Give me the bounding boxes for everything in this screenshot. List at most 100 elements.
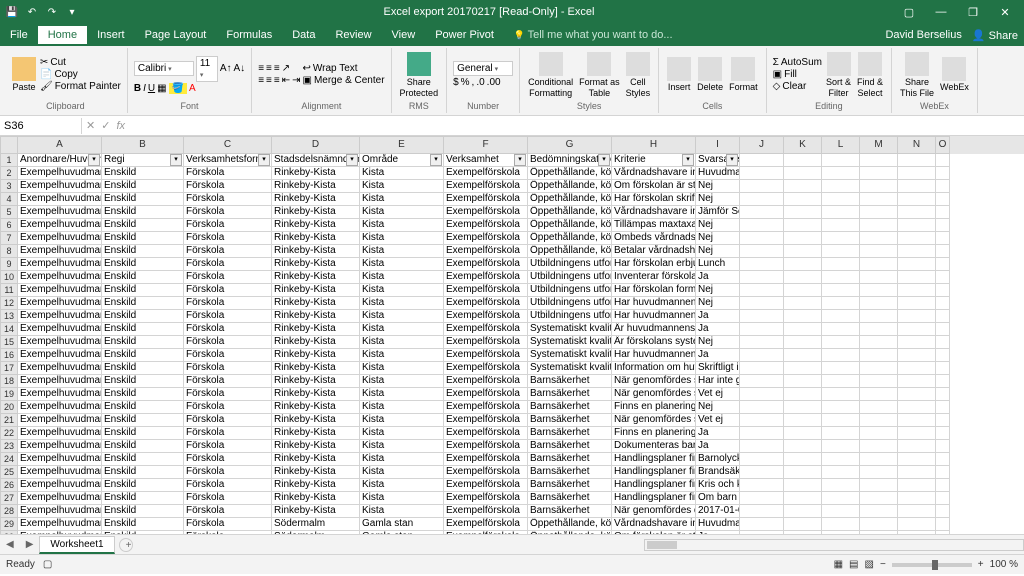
cell[interactable] [740, 206, 784, 219]
webex-button[interactable]: WebEx [938, 55, 971, 94]
cell[interactable]: Kista [360, 245, 444, 258]
cell[interactable] [860, 492, 898, 505]
cell[interactable]: Förskola [184, 180, 272, 193]
tab-view[interactable]: View [382, 26, 426, 44]
cell[interactable] [936, 362, 950, 375]
row-header[interactable]: 19 [0, 388, 18, 401]
view-normal-icon[interactable]: ▦ [834, 559, 843, 570]
cell[interactable]: Barnsäkerhet [528, 440, 612, 453]
paste-button[interactable]: Paste [10, 55, 38, 94]
cell[interactable] [898, 193, 936, 206]
cell[interactable]: Nej [696, 284, 740, 297]
filter-header-cell[interactable]: Område [360, 154, 444, 167]
cell[interactable]: Är huvudmannens syst [612, 323, 696, 336]
row-header[interactable]: 2 [0, 167, 18, 180]
cell[interactable]: Förskola [184, 193, 272, 206]
cell[interactable]: Kista [360, 193, 444, 206]
cell[interactable]: Enskild [102, 310, 184, 323]
cell[interactable] [860, 297, 898, 310]
cell[interactable]: Kista [360, 414, 444, 427]
cell[interactable]: Exempelhuvudman [18, 414, 102, 427]
cell[interactable]: Exempelhuvudman [18, 531, 102, 534]
cell[interactable]: Enskild [102, 518, 184, 531]
cell[interactable] [860, 388, 898, 401]
align-left-icon[interactable]: ≡ [258, 75, 264, 86]
cell[interactable]: Nej [696, 219, 740, 232]
cell[interactable] [822, 193, 860, 206]
cell[interactable]: Barnsäkerhet [528, 492, 612, 505]
cell[interactable] [784, 206, 822, 219]
cell[interactable] [784, 531, 822, 534]
cell[interactable]: Förskola [184, 531, 272, 534]
cell[interactable]: Kista [360, 219, 444, 232]
cell[interactable]: Brandsäkerhet [696, 466, 740, 479]
cell[interactable]: Exempelhuvudman [18, 193, 102, 206]
redo-icon[interactable]: ↷ [44, 4, 60, 20]
cell[interactable] [784, 479, 822, 492]
sheet-tab[interactable]: Worksheet1 [39, 536, 114, 554]
cell[interactable]: Exempelhuvudman [18, 297, 102, 310]
cell[interactable]: Förskola [184, 479, 272, 492]
cell[interactable] [898, 479, 936, 492]
cell[interactable]: Rinkeby-Kista [272, 440, 360, 453]
cell[interactable] [784, 414, 822, 427]
cell[interactable]: Exempelhuvudman [18, 518, 102, 531]
cell[interactable] [740, 167, 784, 180]
cell[interactable]: Barnsäkerhet [528, 427, 612, 440]
column-header[interactable]: G [528, 136, 612, 154]
tab-data[interactable]: Data [282, 26, 325, 44]
cell[interactable]: Förskola [184, 362, 272, 375]
cell[interactable] [860, 167, 898, 180]
cell[interactable]: Exempelförskola [444, 232, 528, 245]
cell[interactable]: Öppethållande, köregl [528, 180, 612, 193]
cell[interactable] [784, 219, 822, 232]
cut-button[interactable]: ✂ Cut [40, 57, 121, 68]
cell[interactable] [740, 388, 784, 401]
cell[interactable]: Förskola [184, 375, 272, 388]
cell[interactable]: Exempelhuvudman [18, 466, 102, 479]
cell[interactable] [936, 453, 950, 466]
cell[interactable] [898, 232, 936, 245]
cell[interactable] [784, 297, 822, 310]
cell[interactable]: Förskola [184, 167, 272, 180]
row-header[interactable]: 14 [0, 323, 18, 336]
cell[interactable] [784, 492, 822, 505]
indent-increase-icon[interactable]: ⇥ [292, 75, 300, 86]
cell[interactable]: När genomfördes den s [612, 505, 696, 518]
cell[interactable]: Exempelförskola [444, 167, 528, 180]
cell[interactable] [936, 466, 950, 479]
cell[interactable]: Enskild [102, 245, 184, 258]
filter-header-cell[interactable]: Svarsalternativ [696, 154, 740, 167]
cell[interactable]: Ombeds vårdnadshava [612, 232, 696, 245]
cell[interactable]: Södermalm [272, 518, 360, 531]
cell[interactable] [740, 297, 784, 310]
comma-icon[interactable]: , [472, 77, 475, 88]
cell[interactable]: Exempelförskola [444, 310, 528, 323]
cell[interactable] [784, 518, 822, 531]
zoom-in-button[interactable]: + [978, 559, 984, 570]
row-header[interactable]: 26 [0, 479, 18, 492]
row-header[interactable]: 27 [0, 492, 18, 505]
cell[interactable] [822, 323, 860, 336]
cell[interactable]: Handlingsplaner finns f [612, 453, 696, 466]
tab-home[interactable]: Home [38, 26, 87, 44]
cell[interactable]: Exempelförskola [444, 440, 528, 453]
cell[interactable]: Kista [360, 167, 444, 180]
row-header[interactable]: 6 [0, 219, 18, 232]
cell[interactable] [860, 193, 898, 206]
cell[interactable]: Rinkeby-Kista [272, 258, 360, 271]
view-pagebreak-icon[interactable]: ▧ [865, 559, 874, 570]
cell[interactable] [860, 245, 898, 258]
cell[interactable]: Om barn försvinner [696, 492, 740, 505]
clear-button[interactable]: ◇ Clear [773, 81, 822, 92]
cell[interactable] [860, 219, 898, 232]
cell[interactable] [822, 232, 860, 245]
cell[interactable]: Enskild [102, 284, 184, 297]
cell[interactable] [936, 479, 950, 492]
cell[interactable] [936, 284, 950, 297]
cell[interactable]: Enskild [102, 466, 184, 479]
cell[interactable]: Enskild [102, 375, 184, 388]
cell[interactable] [822, 258, 860, 271]
filter-header-cell[interactable]: Stadsdelsnämndom [272, 154, 360, 167]
cell[interactable]: Exempelhuvudman [18, 245, 102, 258]
